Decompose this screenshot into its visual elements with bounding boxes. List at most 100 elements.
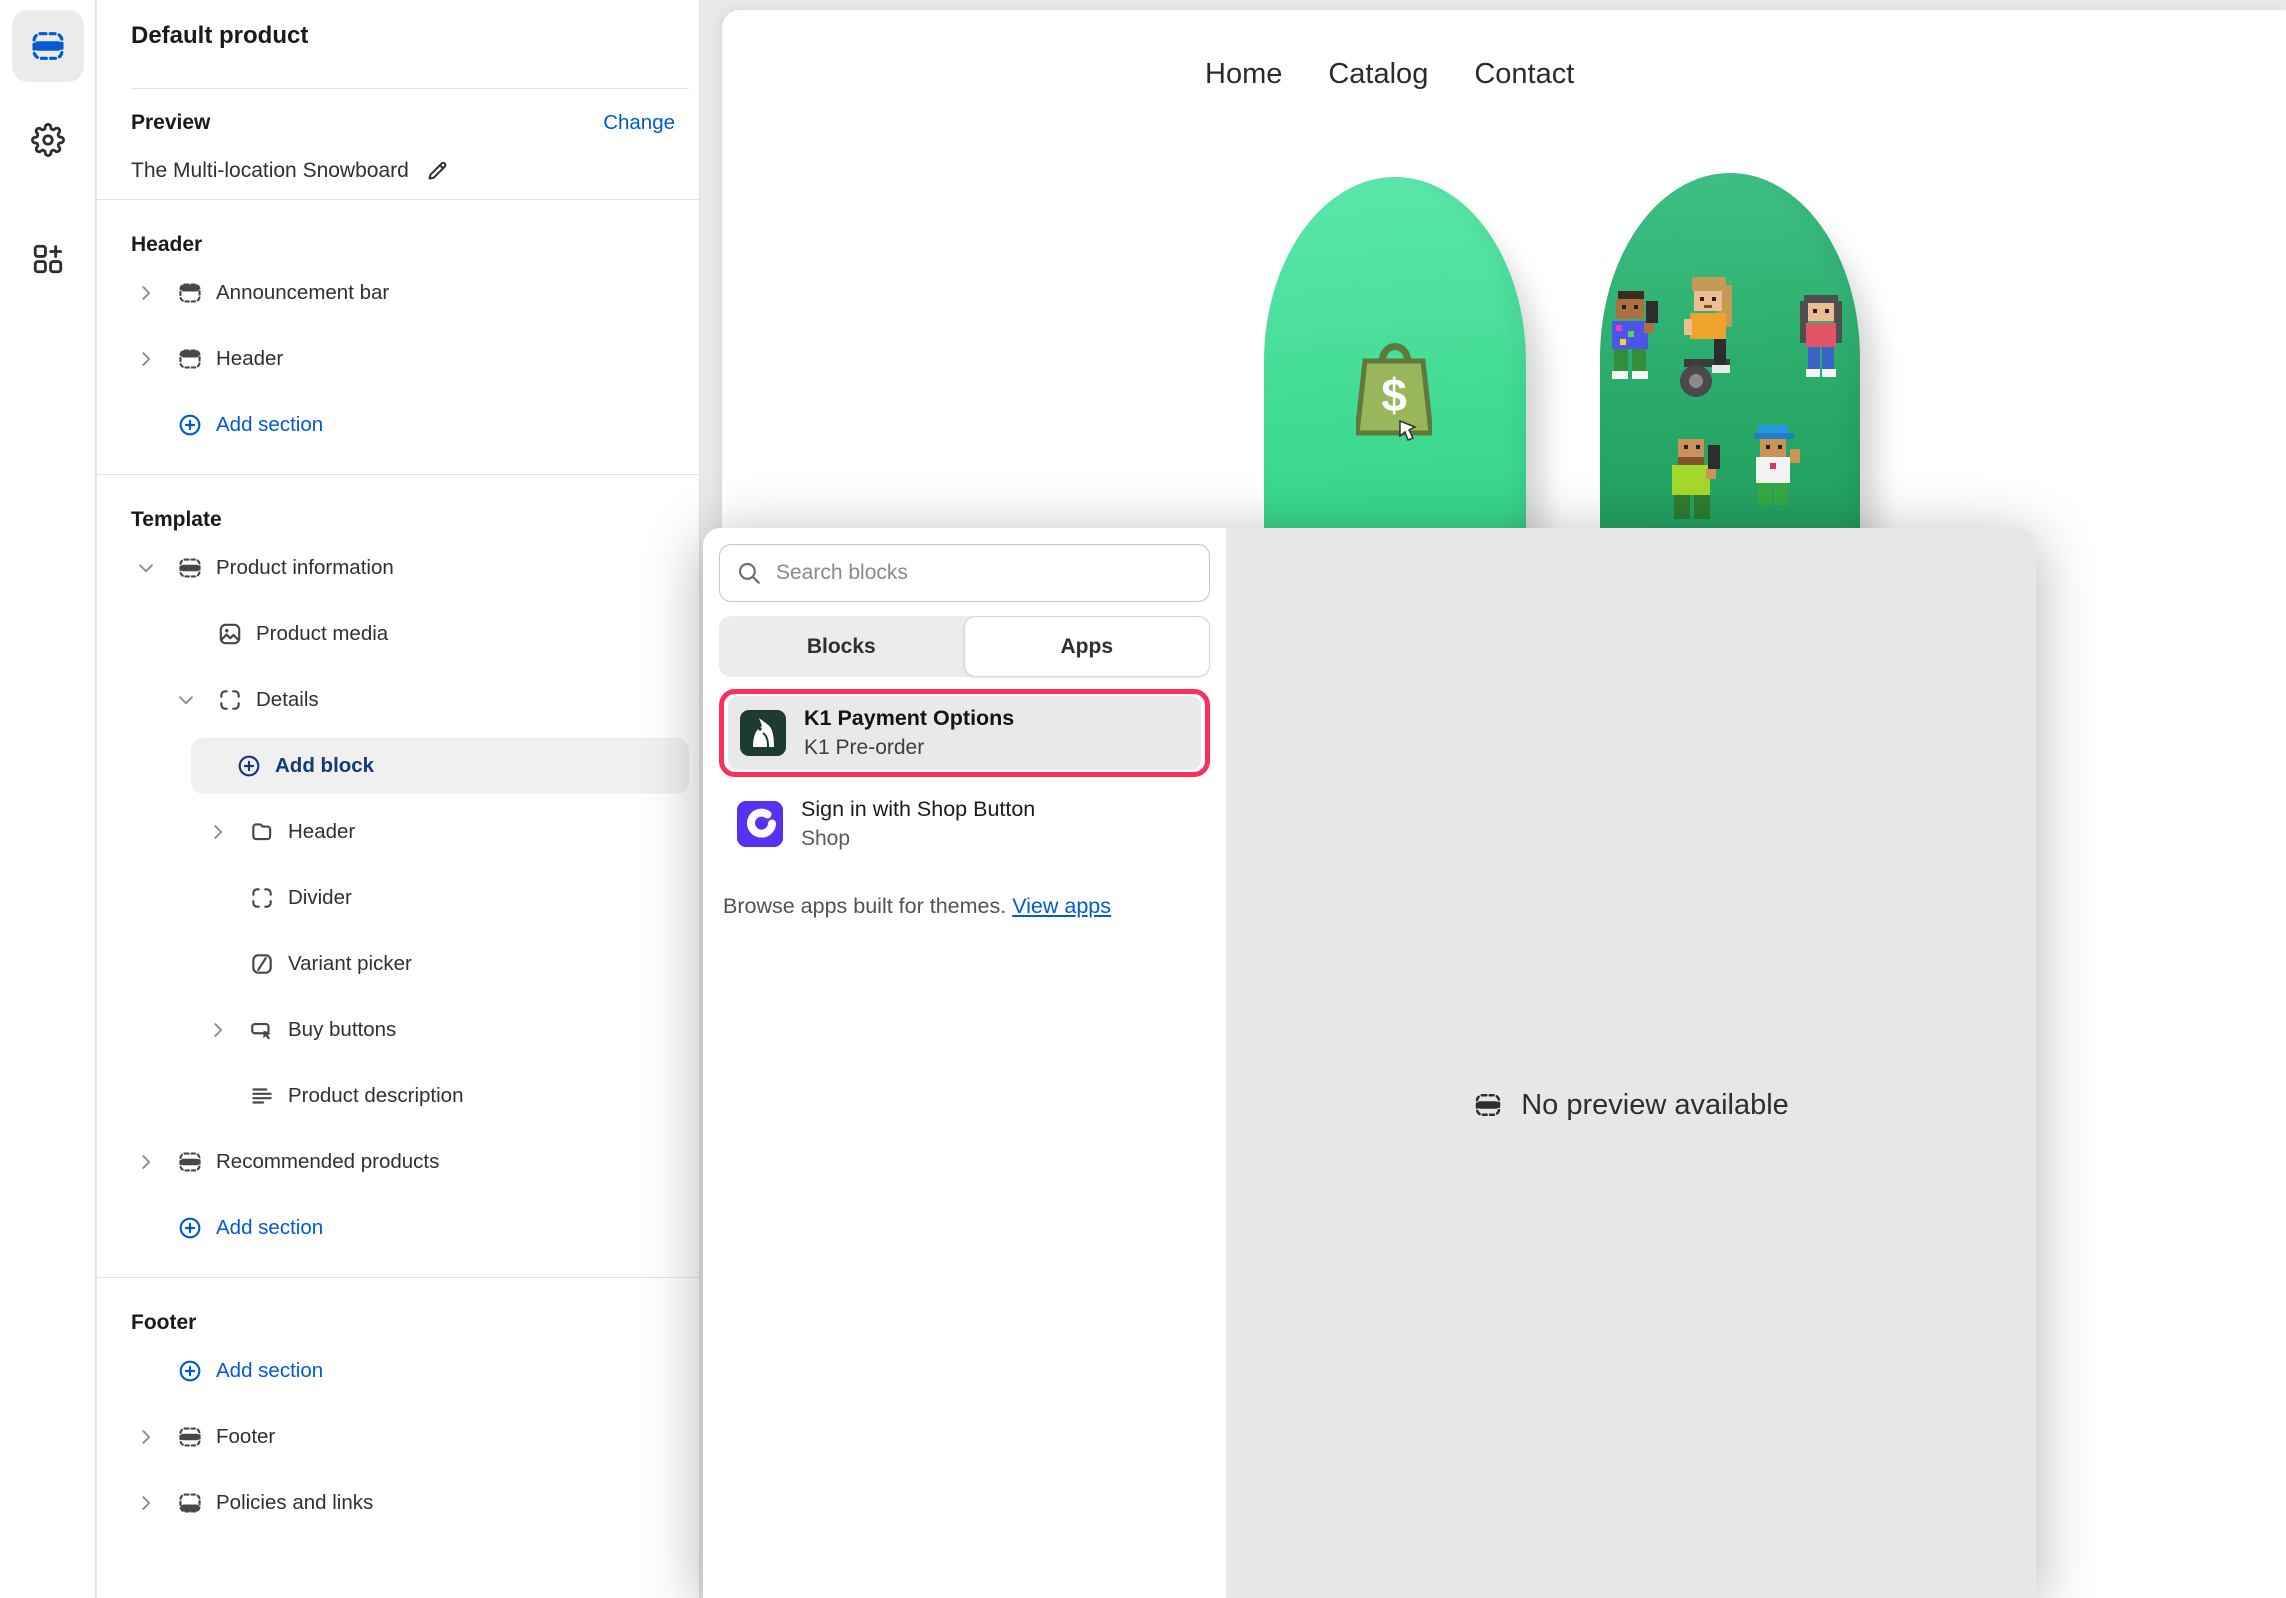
tree-row-label: Product description (288, 1084, 463, 1108)
chevron-right-icon[interactable] (135, 1151, 157, 1173)
group-heading-template: Template (131, 505, 689, 535)
tree-row-label: Product information (216, 556, 394, 580)
tree-row-add-section[interactable]: Add section (131, 1338, 689, 1404)
tree-row-details[interactable]: Details (131, 667, 689, 733)
divider (97, 199, 699, 200)
tree-row-footer[interactable]: Footer (131, 1404, 689, 1470)
buy-icon (249, 1017, 275, 1043)
tree-row-label: Variant picker (288, 952, 412, 976)
tab-apps[interactable]: Apps (964, 616, 1211, 677)
tree-row-variant-picker[interactable]: Variant picker (131, 931, 689, 997)
tree-row-add-section[interactable]: Add section (131, 392, 689, 458)
search-icon (736, 560, 762, 586)
add-block-pill[interactable]: Add block (191, 738, 689, 794)
app-block-subtitle: Shop (801, 827, 1035, 851)
tree-row-buy-buttons[interactable]: Buy buttons (131, 997, 689, 1063)
text-lines-icon (249, 1083, 275, 1109)
tree-row-label: Recommended products (216, 1150, 439, 1174)
tree-row-header[interactable]: Header (131, 799, 689, 865)
tree-row-recommended-products[interactable]: Recommended products (131, 1129, 689, 1195)
tree-row-header[interactable]: Header (131, 326, 689, 392)
nav-home-link[interactable]: Home (1205, 58, 1282, 91)
view-apps-link[interactable]: View apps (1012, 894, 1111, 918)
rail-theme-settings-button[interactable] (12, 104, 84, 176)
no-preview-pane: No preview available (1226, 528, 2036, 1598)
preview-label: Preview (131, 111, 210, 135)
nav-contact-link[interactable]: Contact (1474, 58, 1574, 91)
tree-row-label: Footer (216, 1425, 275, 1449)
edit-pencil-icon[interactable] (425, 159, 449, 183)
shop-app-icon (737, 801, 783, 847)
rail-sections-button[interactable] (12, 10, 84, 82)
section-top-icon (177, 346, 203, 372)
app-embeds-icon (31, 242, 65, 276)
tree-row-add-section[interactable]: Add section (131, 1195, 689, 1261)
chevron-down-icon[interactable] (135, 557, 157, 579)
browse-apps-text: Browse apps built for themes. View apps (719, 887, 1128, 927)
app-block-list: K1 Payment OptionsK1 Pre-order Sign in wi… (719, 689, 1210, 861)
add-section-label: Add section (216, 1216, 323, 1240)
sections-icon (29, 27, 67, 65)
folder-icon (249, 819, 275, 845)
preview-page-name: The Multi-location Snowboard (131, 159, 409, 183)
plus-circle-icon (236, 753, 262, 779)
app-block-subtitle: K1 Pre-order (804, 736, 1014, 760)
variant-icon (249, 951, 275, 977)
rail-app-embeds-button[interactable] (12, 223, 84, 295)
tree-row-add-block[interactable]: Add block (131, 733, 689, 799)
gear-icon (31, 123, 65, 157)
section-middle-icon (177, 1149, 203, 1175)
section-bottom-icon (177, 1490, 203, 1516)
divider (97, 1277, 699, 1278)
nav-catalog-link[interactable]: Catalog (1328, 58, 1428, 91)
add-block-label: Add block (275, 754, 374, 778)
tree-row-product-media[interactable]: Product media (131, 601, 689, 667)
chevron-right-icon[interactable] (135, 1426, 157, 1448)
tree-row-policies-and-links[interactable]: Policies and links (131, 1470, 689, 1536)
tree-row-announcement-bar[interactable]: Announcement bar (131, 260, 689, 326)
search-blocks-input[interactable] (719, 544, 1210, 602)
chevron-right-icon[interactable] (207, 1019, 229, 1041)
group-heading-header: Header (131, 230, 689, 260)
section-top-icon (177, 280, 203, 306)
page-title: Default product (131, 22, 689, 50)
change-link[interactable]: Change (603, 111, 675, 135)
media-icon (217, 621, 243, 647)
divider (97, 474, 699, 475)
tree-row-label: Header (216, 347, 283, 371)
chevron-right-icon[interactable] (135, 282, 157, 304)
app-block-title: Sign in with Shop Button (801, 797, 1035, 822)
tree-row-label: Policies and links (216, 1491, 373, 1515)
section-placeholder-icon (1473, 1090, 1503, 1120)
sidebar-panel: Default product Preview Change The Multi… (97, 0, 700, 1598)
chevron-right-icon[interactable] (135, 1492, 157, 1514)
tab-blocks[interactable]: Blocks (719, 616, 964, 677)
theme-editor: Default product Preview Change The Multi… (0, 0, 2286, 1598)
tree-row-product-information[interactable]: Product information (131, 535, 689, 601)
divider (131, 88, 689, 89)
blocks-apps-tabs: Blocks Apps (719, 616, 1210, 677)
app-block-sign-in-with-shop-button[interactable]: Sign in with Shop Button Shop (719, 787, 1210, 861)
chevron-down-icon[interactable] (175, 689, 197, 711)
tree-row-divider[interactable]: Divider (131, 865, 689, 931)
activity-rail (0, 0, 96, 1598)
section-middle-icon (177, 555, 203, 581)
app-block-k1-payment-options[interactable]: K1 Payment OptionsK1 Pre-order (719, 689, 1210, 777)
tree-row-label: Product media (256, 622, 388, 646)
storefront-nav: Home Catalog Contact (1205, 58, 1574, 91)
add-section-label: Add section (216, 1359, 323, 1383)
plus-circle-icon (177, 1358, 203, 1384)
shopify-bag-pixel-art: $ (1356, 327, 1432, 445)
no-preview-message: No preview available (1521, 1089, 1789, 1122)
block-picker: Blocks Apps K1 Payment OptionsK1 Pre-ord… (703, 528, 1226, 1598)
k1-app-icon (740, 710, 786, 756)
chevron-right-icon[interactable] (135, 348, 157, 370)
chevron-right-icon[interactable] (207, 821, 229, 843)
tree-row-label: Announcement bar (216, 281, 389, 305)
plus-circle-icon (177, 412, 203, 438)
tree-row-product-description[interactable]: Product description (131, 1063, 689, 1129)
section-middle-icon (177, 1424, 203, 1450)
add-section-label: Add section (216, 413, 323, 437)
brackets-icon (217, 687, 243, 713)
tree-row-label: Buy buttons (288, 1018, 396, 1042)
